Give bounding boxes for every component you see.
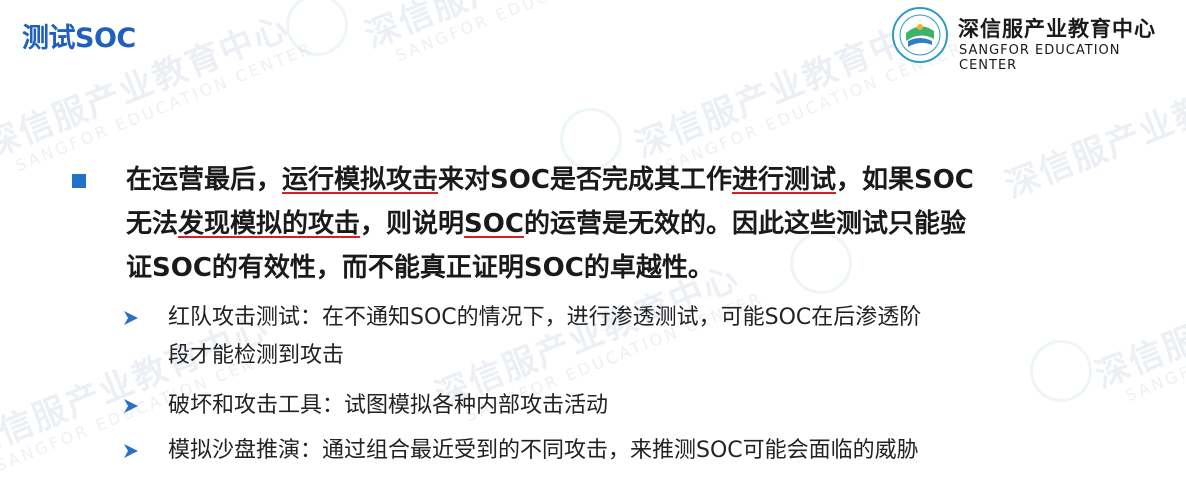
main-line-1: 在运营最后，运行模拟攻击来对SOC是否完成其工作进行测试，如果SOC bbox=[126, 165, 974, 195]
underlined-phrase: 运行模拟攻击 bbox=[282, 165, 439, 195]
main-bullet-text: 在运营最后，运行模拟攻击来对SOC是否完成其工作进行测试，如果SOC 无法发现模… bbox=[126, 158, 1171, 290]
sub-bullet-text: 模拟沙盘推演：通过组合最近受到的不同攻击，来推测SOC可能会面临的威胁 bbox=[168, 438, 919, 463]
main-line-3: 证SOC的有效性，而不能真正证明SOC的卓越性。 bbox=[126, 253, 714, 283]
sub-bullet-text: 破坏和攻击工具：试图模拟各种内部攻击活动 bbox=[168, 393, 609, 418]
bullet-square-icon bbox=[72, 174, 86, 188]
arrow-bullet-icon bbox=[124, 444, 138, 458]
underlined-phrase: 发现模拟的攻击 bbox=[178, 209, 361, 239]
watermark: 深信服产业教育中心 SANGFOR EDUCATION CENTER bbox=[360, 0, 696, 73]
logo-name-en: SANGFOR EDUCATION CENTER bbox=[959, 43, 1121, 73]
watermark-emblem bbox=[286, 0, 348, 56]
underlined-phrase: 进行测试 bbox=[731, 165, 836, 195]
arrow-bullet-icon bbox=[124, 311, 138, 325]
arrow-bullet-icon bbox=[124, 399, 138, 413]
watermark-emblem bbox=[1030, 340, 1092, 402]
underlined-phrase: SOC bbox=[464, 209, 524, 239]
sangfor-emblem-icon bbox=[892, 7, 948, 63]
page-title: 测试SOC bbox=[22, 23, 136, 54]
sangfor-logo: 深信服产业教育中心 SANGFOR EDUCATION CENTER bbox=[892, 7, 1182, 73]
main-line-2: 无法发现模拟的攻击，则说明SOC的运营是无效的。因此这些测试只能验 bbox=[126, 209, 966, 239]
sub-bullet-text: 红队攻击测试：在不通知SOC的情况下，进行渗透测试，可能SOC在后渗透阶 段才能… bbox=[168, 305, 922, 368]
logo-name-cn: 深信服产业教育中心 bbox=[958, 17, 1156, 41]
